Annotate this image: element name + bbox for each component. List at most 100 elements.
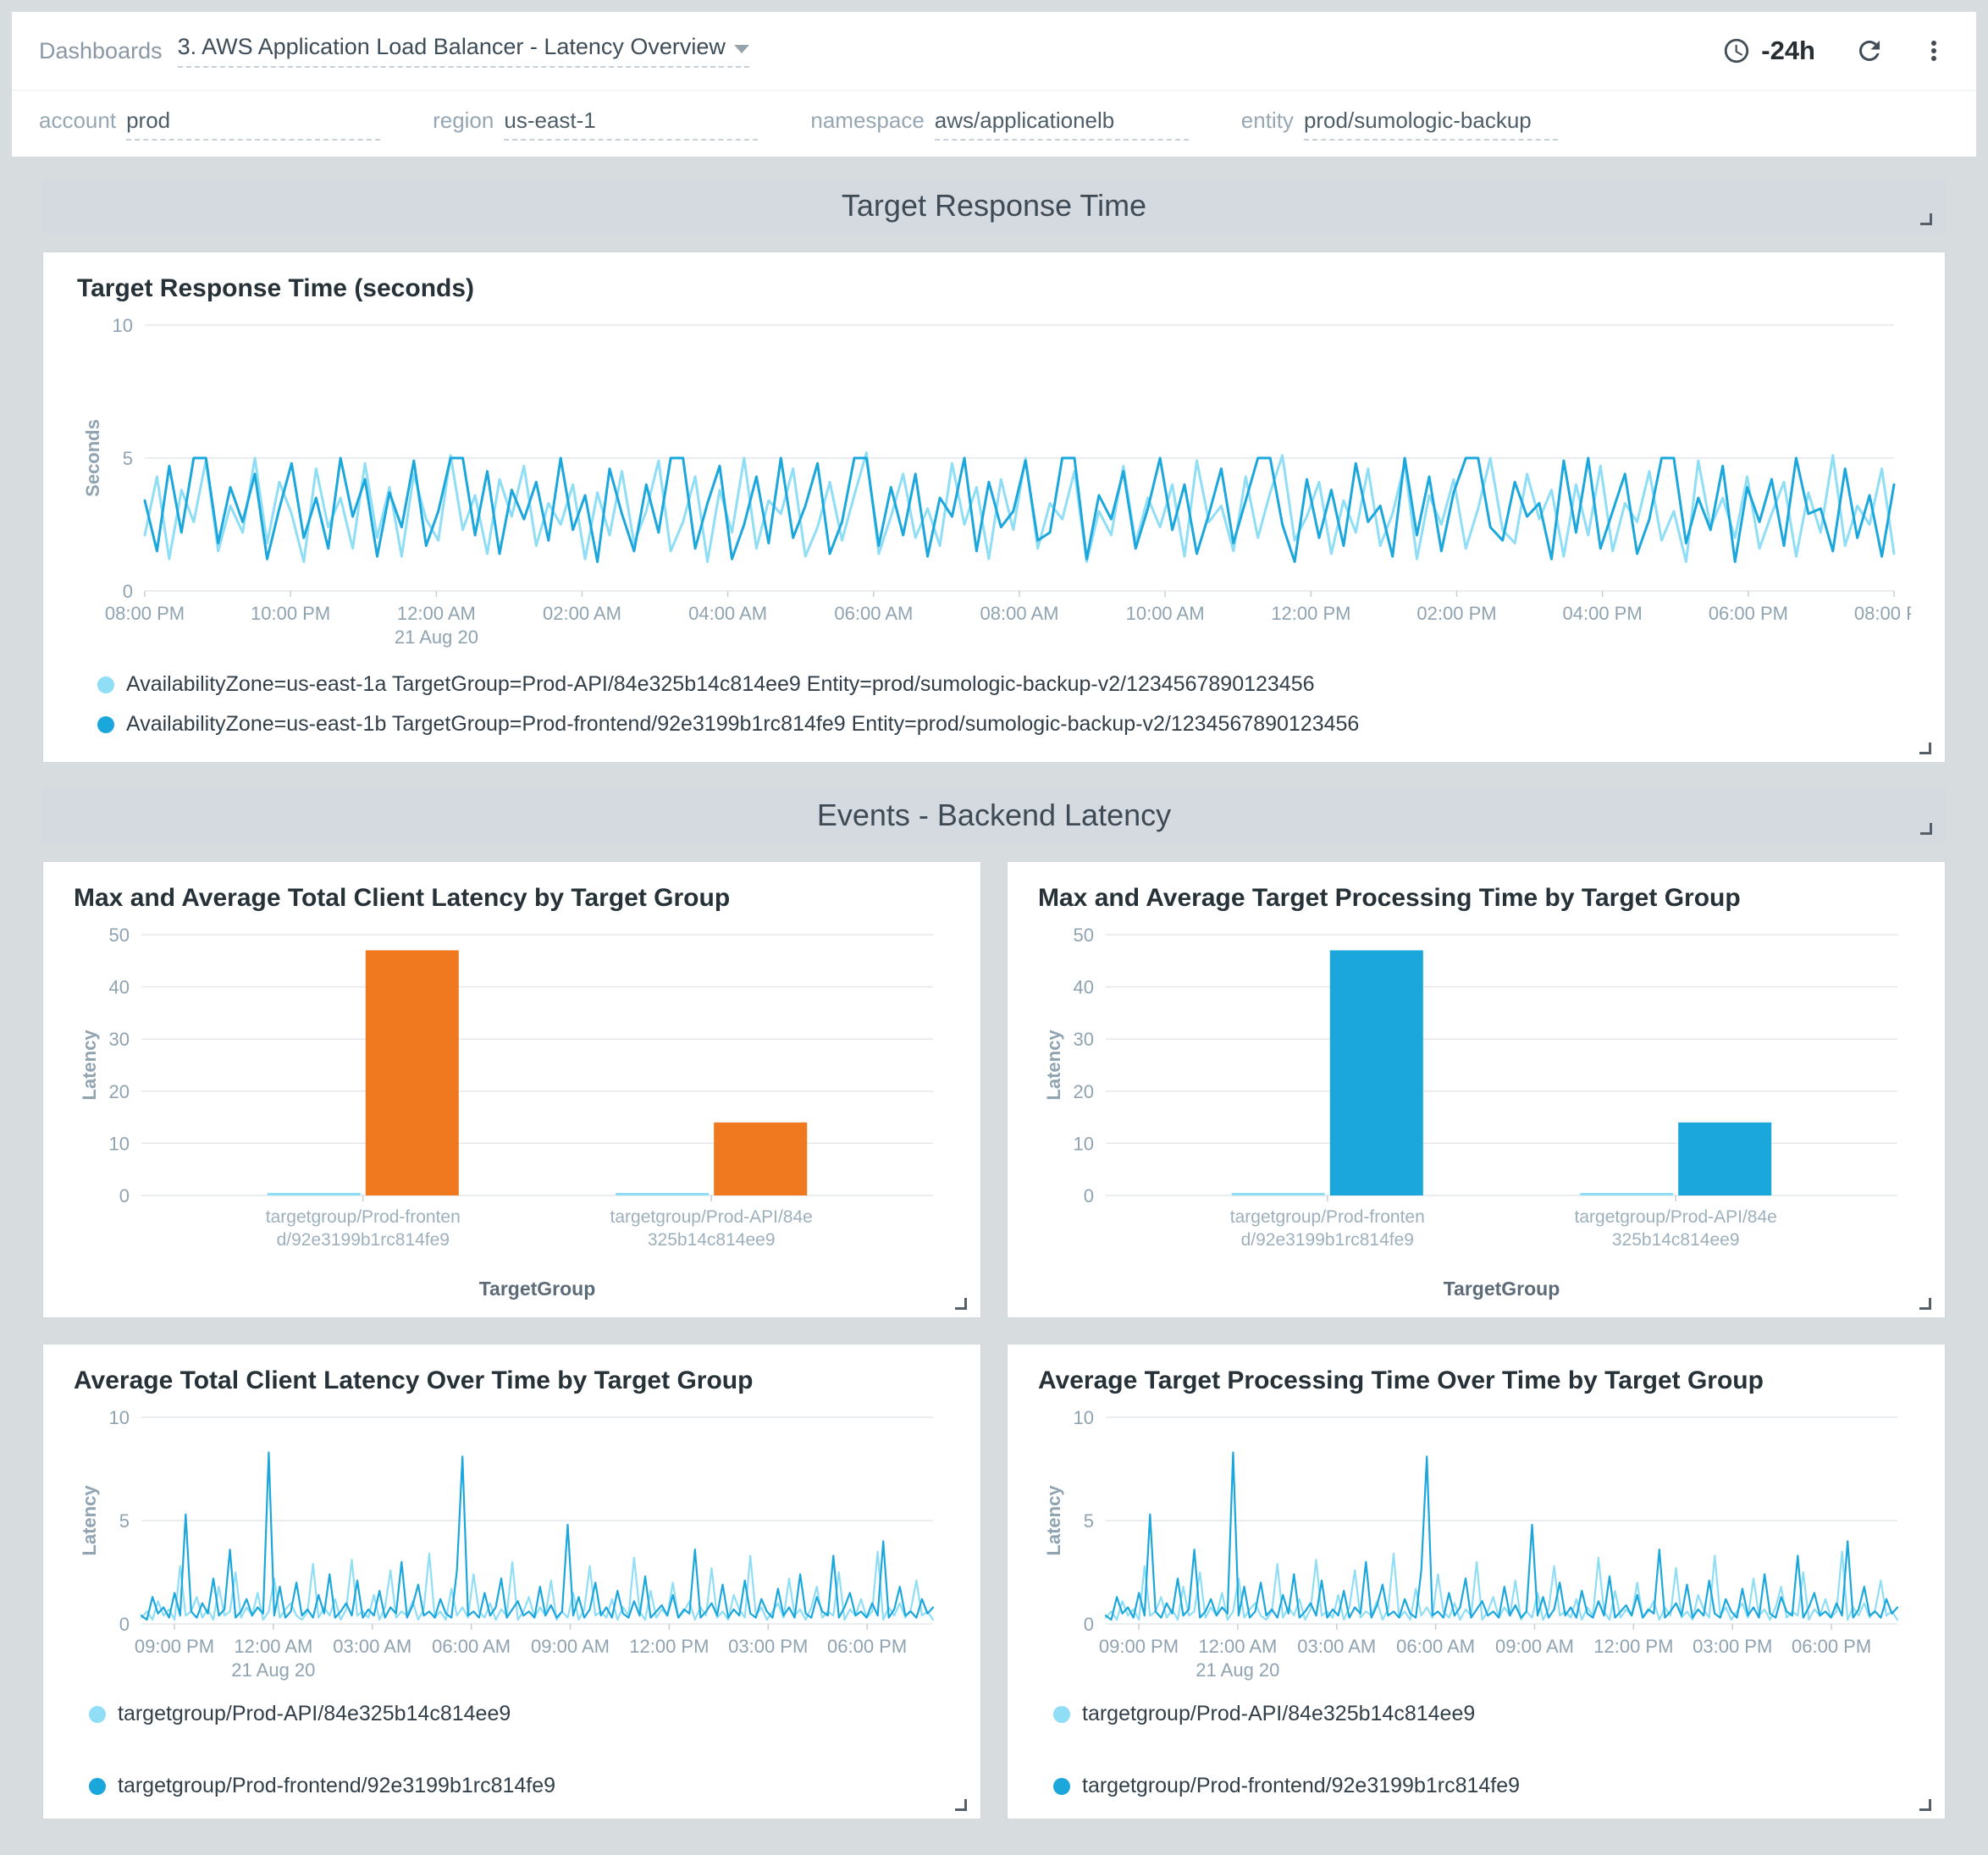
- filter-bar: account prod region us-east-1 namespace …: [12, 91, 1976, 157]
- legend-item[interactable]: targetgroup/Prod-API/84e325b14c814ee9: [1053, 1702, 1475, 1726]
- svg-text:Latency: Latency: [79, 1485, 100, 1556]
- svg-text:50: 50: [1074, 925, 1094, 946]
- filter-account: account prod: [39, 108, 380, 141]
- svg-text:03:00 AM: 03:00 AM: [333, 1636, 411, 1657]
- filter-namespace: namespace aws/applicationelb: [810, 108, 1188, 141]
- svg-text:02:00 AM: 02:00 AM: [543, 603, 621, 624]
- svg-text:Latency: Latency: [1043, 1030, 1064, 1101]
- section-header-target-response-time[interactable]: Target Response Time: [42, 179, 1946, 233]
- svg-text:12:00 PM: 12:00 PM: [1271, 603, 1350, 624]
- legend-item[interactable]: targetgroup/Prod-frontend/92e3199b1rc814…: [1053, 1774, 1520, 1798]
- legend-label: AvailabilityZone=us-east-1b TargetGroup=…: [126, 712, 1359, 737]
- resize-corner-icon[interactable]: [1919, 1298, 1931, 1310]
- dashboard-title-dropdown[interactable]: 3. AWS Application Load Balancer - Laten…: [178, 34, 749, 68]
- legend-swatch-icon: [1053, 1778, 1070, 1795]
- svg-text:12:00 AM: 12:00 AM: [234, 1636, 312, 1657]
- max-avg-target-processing-time-chart[interactable]: 0 10 20 30 40 50 Latency targetgroup/Prod-front…: [1038, 923, 1914, 1304]
- filter-region-value[interactable]: us-east-1: [504, 108, 758, 141]
- filter-label: account: [39, 108, 116, 134]
- svg-text:08:00 AM: 08:00 AM: [980, 603, 1059, 624]
- avg-total-client-latency-over-time-chart[interactable]: 0510Latency09:00 PM12:00 AM21 Aug 2003:0…: [74, 1405, 950, 1685]
- svg-text:10: 10: [1074, 1407, 1094, 1428]
- filter-label: region: [433, 108, 494, 134]
- section-title: Target Response Time: [842, 188, 1146, 224]
- max-avg-total-client-latency-chart[interactable]: 01020304050Latencytargetgroup/Prod-front…: [74, 923, 950, 1304]
- legend-label: targetgroup/Prod-API/84e325b14c814ee9: [1082, 1702, 1475, 1726]
- svg-text:40: 40: [1074, 977, 1094, 998]
- svg-text:targetgroup/Prod-fronten: targetgroup/Prod-fronten: [1230, 1207, 1425, 1227]
- svg-text:04:00 PM: 04:00 PM: [1563, 603, 1643, 624]
- filter-account-value[interactable]: prod: [126, 108, 380, 141]
- dashboard-title: 3. AWS Application Load Balancer - Laten…: [178, 34, 726, 60]
- chart-title: Max and Average Target Processing Time b…: [1038, 884, 1914, 913]
- svg-text:09:00 PM: 09:00 PM: [1099, 1636, 1179, 1657]
- resize-corner-icon[interactable]: [1919, 743, 1931, 754]
- panel-avg-target-processing-time-over-time: Average Target Processing Time Over Time…: [1007, 1344, 1946, 1819]
- svg-text:TargetGroup: TargetGroup: [479, 1278, 596, 1300]
- legend-swatch-icon: [89, 1778, 106, 1795]
- resize-corner-icon[interactable]: [955, 1298, 967, 1310]
- svg-text:09:00 PM: 09:00 PM: [135, 1636, 214, 1657]
- filter-label: entity: [1241, 108, 1294, 134]
- svg-text:0: 0: [1084, 1185, 1094, 1206]
- svg-text:40: 40: [109, 977, 130, 998]
- panel-target-response-time: Target Response Time (seconds) 0510Secon…: [42, 251, 1946, 763]
- chart-legend: targetgroup/Prod-API/84e325b14c814ee9 tar…: [89, 1702, 950, 1798]
- resize-corner-icon[interactable]: [1920, 213, 1932, 225]
- chevron-down-icon: [734, 45, 749, 53]
- legend-item[interactable]: AvailabilityZone=us-east-1a TargetGroup=…: [97, 672, 1911, 697]
- svg-text:Seconds: Seconds: [82, 419, 103, 497]
- svg-text:10: 10: [109, 1407, 130, 1428]
- refresh-button[interactable]: [1854, 36, 1885, 66]
- svg-text:12:00 AM: 12:00 AM: [397, 603, 476, 624]
- avg-target-processing-time-over-time-chart[interactable]: 0510Latency09:00 PM12:00 AM21 Aug 2003:0…: [1038, 1405, 1914, 1685]
- svg-text:5: 5: [123, 448, 133, 469]
- svg-text:06:00 PM: 06:00 PM: [1792, 1636, 1871, 1657]
- svg-text:Latency: Latency: [79, 1030, 100, 1101]
- svg-text:21 Aug 20: 21 Aug 20: [231, 1659, 315, 1681]
- filter-label: namespace: [810, 108, 924, 134]
- svg-text:21 Aug 20: 21 Aug 20: [395, 627, 478, 648]
- time-range-value: -24h: [1761, 36, 1815, 66]
- svg-text:09:00 AM: 09:00 AM: [1495, 1636, 1574, 1657]
- svg-text:21 Aug 20: 21 Aug 20: [1196, 1659, 1279, 1681]
- time-range-button[interactable]: -24h: [1722, 36, 1815, 66]
- kebab-menu-button[interactable]: [1919, 36, 1949, 66]
- legend-item[interactable]: targetgroup/Prod-API/84e325b14c814ee9: [89, 1702, 511, 1726]
- svg-text:20: 20: [109, 1081, 130, 1102]
- dashboard-content: Target Response Time Target Response Tim…: [12, 157, 1976, 1843]
- filter-entity-value[interactable]: prod/sumologic-backup: [1304, 108, 1558, 141]
- svg-text:03:00 PM: 03:00 PM: [728, 1636, 808, 1657]
- filter-namespace-value[interactable]: aws/applicationelb: [935, 108, 1189, 141]
- legend-label: targetgroup/Prod-API/84e325b14c814ee9: [118, 1702, 511, 1726]
- resize-corner-icon[interactable]: [955, 1799, 967, 1811]
- svg-text:12:00 AM: 12:00 AM: [1198, 1636, 1277, 1657]
- svg-text:10: 10: [1074, 1133, 1094, 1154]
- legend-item[interactable]: targetgroup/Prod-frontend/92e3199b1rc814…: [89, 1774, 555, 1798]
- legend-swatch-icon: [1053, 1706, 1070, 1723]
- svg-text:06:00 AM: 06:00 AM: [432, 1636, 511, 1657]
- chart-title: Average Total Client Latency Over Time b…: [74, 1366, 950, 1395]
- legend-label: targetgroup/Prod-frontend/92e3199b1rc814…: [118, 1774, 555, 1798]
- svg-text:0: 0: [123, 581, 133, 602]
- chart-title: Average Target Processing Time Over Time…: [1038, 1366, 1914, 1395]
- svg-text:targetgroup/Prod-API/84e: targetgroup/Prod-API/84e: [610, 1207, 813, 1227]
- legend-item[interactable]: AvailabilityZone=us-east-1b TargetGroup=…: [97, 712, 1911, 737]
- svg-text:0: 0: [119, 1614, 130, 1635]
- filter-entity: entity prod/sumologic-backup: [1241, 108, 1558, 141]
- svg-text:02:00 PM: 02:00 PM: [1416, 603, 1496, 624]
- svg-text:325b14c814ee9: 325b14c814ee9: [648, 1230, 776, 1250]
- target-response-time-chart[interactable]: 0510Seconds08:00 PM10:00 PM12:00 AM21 Au…: [77, 313, 1911, 652]
- filter-region: region us-east-1: [433, 108, 758, 141]
- svg-text:20: 20: [1074, 1081, 1094, 1102]
- resize-corner-icon[interactable]: [1920, 823, 1932, 835]
- resize-corner-icon[interactable]: [1919, 1799, 1931, 1811]
- svg-text:04:00 AM: 04:00 AM: [688, 603, 767, 624]
- svg-text:06:00 PM: 06:00 PM: [1709, 603, 1788, 624]
- section-header-events-backend-latency[interactable]: Events - Backend Latency: [42, 788, 1946, 842]
- dashboard-page: Dashboards 3. AWS Application Load Balan…: [0, 0, 1988, 1855]
- panel-avg-total-client-latency-over-time: Average Total Client Latency Over Time b…: [42, 1344, 981, 1819]
- chart-legend: AvailabilityZone=us-east-1a TargetGroup=…: [97, 672, 1911, 737]
- breadcrumb[interactable]: Dashboards: [39, 38, 163, 64]
- svg-text:30: 30: [1074, 1029, 1094, 1050]
